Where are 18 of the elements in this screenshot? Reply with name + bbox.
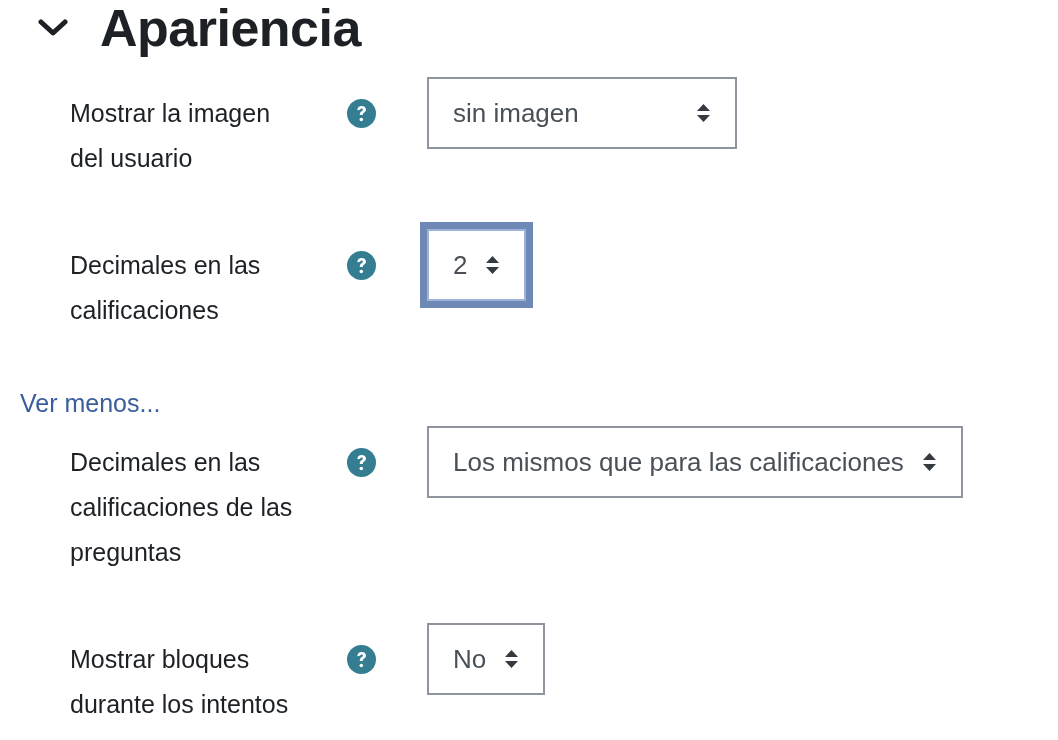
select-dropdown[interactable]: No <box>427 623 546 695</box>
help-icon[interactable] <box>347 645 376 674</box>
caret-icon <box>921 452 937 472</box>
help-icon[interactable] <box>347 448 376 477</box>
select-dropdown[interactable]: Los mismos que para las calificaciones <box>427 426 963 498</box>
field-label: Mostrar la imagen del usuario <box>70 98 272 174</box>
show-less-link[interactable]: Ver menos... <box>20 381 161 426</box>
select-dropdown[interactable]: sin imagen <box>427 77 737 149</box>
caret-icon <box>696 103 711 123</box>
field-label: Decimales en las calificaciones <box>70 250 262 326</box>
chevron-icon[interactable] <box>38 19 68 37</box>
caret-icon <box>485 255 501 275</box>
field-label: Mostrar bloques durante los intentos <box>70 644 290 720</box>
caret-icon <box>504 649 520 669</box>
field-label: Decimales en las calificaciones de las preguntas <box>70 447 294 568</box>
section-title: Apariencia <box>100 0 361 56</box>
help-icon[interactable] <box>347 99 376 128</box>
help-icon[interactable] <box>347 251 376 280</box>
